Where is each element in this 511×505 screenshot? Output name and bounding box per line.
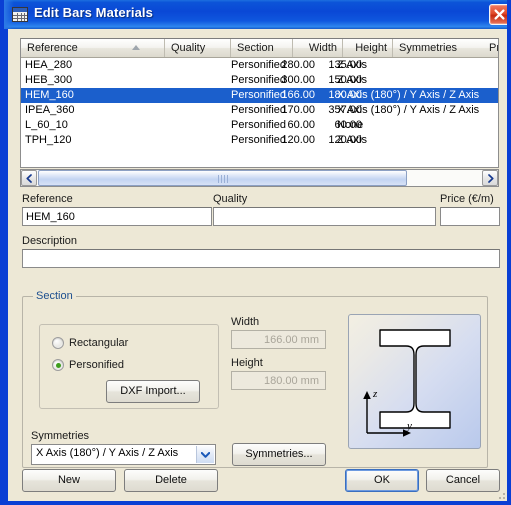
symmetries-label: Symmetries	[31, 430, 90, 442]
resize-grip[interactable]	[497, 487, 507, 499]
price-input[interactable]	[440, 207, 500, 226]
table-row[interactable]: TPH_120 Personified 120.00 120.00 Z Axis	[21, 133, 498, 148]
table-cell-symmetries: Z Axis	[337, 74, 367, 86]
table-row[interactable]: IPEA_360 Personified 170.00 357.00 X Axis (1…	[21, 103, 498, 118]
table-header-section[interactable]: Section	[231, 39, 293, 57]
svg-text:y: y	[406, 420, 412, 432]
table-row[interactable]: L_60_10 Personified 60.00 60.00 None	[21, 118, 498, 133]
table-cell-reference: HEM_160	[25, 89, 74, 101]
chevron-down-icon[interactable]	[196, 446, 214, 463]
table-header-pri[interactable]: Pri	[483, 39, 498, 57]
symmetries-dropdown[interactable]: X Axis (180°) / Y Axis / Z Axis	[31, 444, 216, 465]
window-title: Edit Bars Materials	[34, 5, 153, 20]
scroll-right-icon[interactable]	[482, 170, 498, 186]
table-cell-reference: TPH_120	[25, 134, 72, 146]
radio-personified[interactable]: Personified	[52, 358, 124, 372]
table-grid-icon	[12, 7, 28, 22]
radio-dot-personified	[52, 359, 64, 371]
title-bar[interactable]: Edit Bars Materials	[4, 0, 507, 29]
table-header-width[interactable]: Width	[293, 39, 343, 57]
table-header-height[interactable]: Height	[343, 39, 393, 57]
scroll-left-icon[interactable]	[21, 170, 37, 186]
section-width-input	[231, 330, 326, 349]
dialog-window: Edit Bars Materials Reference Quality Sect…	[0, 0, 511, 505]
radio-rectangular-label: Rectangular	[69, 337, 129, 349]
scrollbar-grip	[217, 175, 228, 183]
table-cell-symmetries: None	[337, 119, 364, 131]
horizontal-scrollbar[interactable]	[20, 169, 499, 187]
table-cell-symmetries: X Axis (180°) / Y Axis / Z Axis	[337, 104, 480, 116]
symmetries-dropdown-value: X Axis (180°) / Y Axis / Z Axis	[36, 447, 179, 459]
delete-button[interactable]: Delete	[124, 469, 218, 492]
description-label: Description	[22, 235, 78, 247]
radio-rectangular[interactable]: Rectangular	[52, 336, 128, 350]
table-cell-symmetries: Z Axis	[337, 134, 367, 146]
table-cell-symmetries: X Axis (180°) / Y Axis / Z Axis	[337, 89, 480, 101]
table-cell-symmetries: Z Axis	[337, 59, 367, 71]
close-icon[interactable]	[489, 4, 507, 25]
table-cell-reference: IPEA_360	[25, 104, 75, 116]
table-header-label: Pri	[489, 42, 498, 54]
section-preview: z y	[348, 314, 481, 449]
section-width-label: Width	[231, 316, 260, 328]
table-header-label: Reference	[27, 42, 78, 54]
table-header-label: Symmetries	[399, 42, 458, 54]
section-height-label: Height	[231, 357, 263, 369]
table-header-label: Height	[355, 42, 387, 54]
section-height-input	[231, 371, 326, 390]
description-input[interactable]	[22, 249, 500, 268]
cancel-button[interactable]: Cancel	[426, 469, 500, 492]
i-beam-profile-icon: z y	[363, 329, 451, 437]
materials-table[interactable]: Reference Quality Section Width Height Symmet…	[20, 38, 499, 168]
svg-text:z: z	[372, 388, 378, 400]
quality-label: Quality	[213, 193, 248, 205]
quality-input[interactable]	[213, 207, 436, 226]
table-header-row: Reference Quality Section Width Height Symmet…	[21, 39, 498, 58]
reference-input[interactable]	[22, 207, 212, 226]
section-group-title: Section	[33, 290, 76, 302]
radio-dot-rectangular	[52, 337, 64, 349]
table-body: HEA_280 Personified 280.00 135.00 Z Axis HEB_…	[21, 58, 498, 148]
dialog-client-area: Reference Quality Section Width Height Symmet…	[8, 29, 507, 501]
new-button[interactable]: New	[22, 469, 116, 492]
table-cell-reference: HEB_300	[25, 74, 73, 86]
reference-label: Reference	[22, 193, 73, 205]
table-header-reference[interactable]: Reference	[21, 39, 165, 57]
table-header-quality[interactable]: Quality	[165, 39, 231, 57]
table-header-label: Section	[237, 42, 274, 54]
table-row[interactable]: HEB_300 Personified 300.00 150.00 Z Axis	[21, 73, 498, 88]
sort-ascending-icon	[132, 45, 140, 50]
ok-button[interactable]: OK	[345, 469, 419, 492]
symmetries-button[interactable]: Symmetries...	[232, 443, 326, 466]
table-cell-reference: L_60_10	[25, 119, 68, 131]
table-row[interactable]: HEA_280 Personified 280.00 135.00 Z Axis	[21, 58, 498, 73]
dxf-import-button[interactable]: DXF Import...	[106, 380, 200, 403]
price-label: Price (€/m)	[440, 193, 494, 205]
table-cell-reference: HEA_280	[25, 59, 73, 71]
radio-personified-label: Personified	[69, 359, 125, 371]
table-row[interactable]: HEM_160 Personified 166.00 180.00 X Axis (18…	[21, 88, 498, 103]
scrollbar-thumb[interactable]	[38, 170, 407, 186]
table-header-label: Quality	[171, 42, 206, 54]
table-header-label: Width	[308, 42, 337, 54]
